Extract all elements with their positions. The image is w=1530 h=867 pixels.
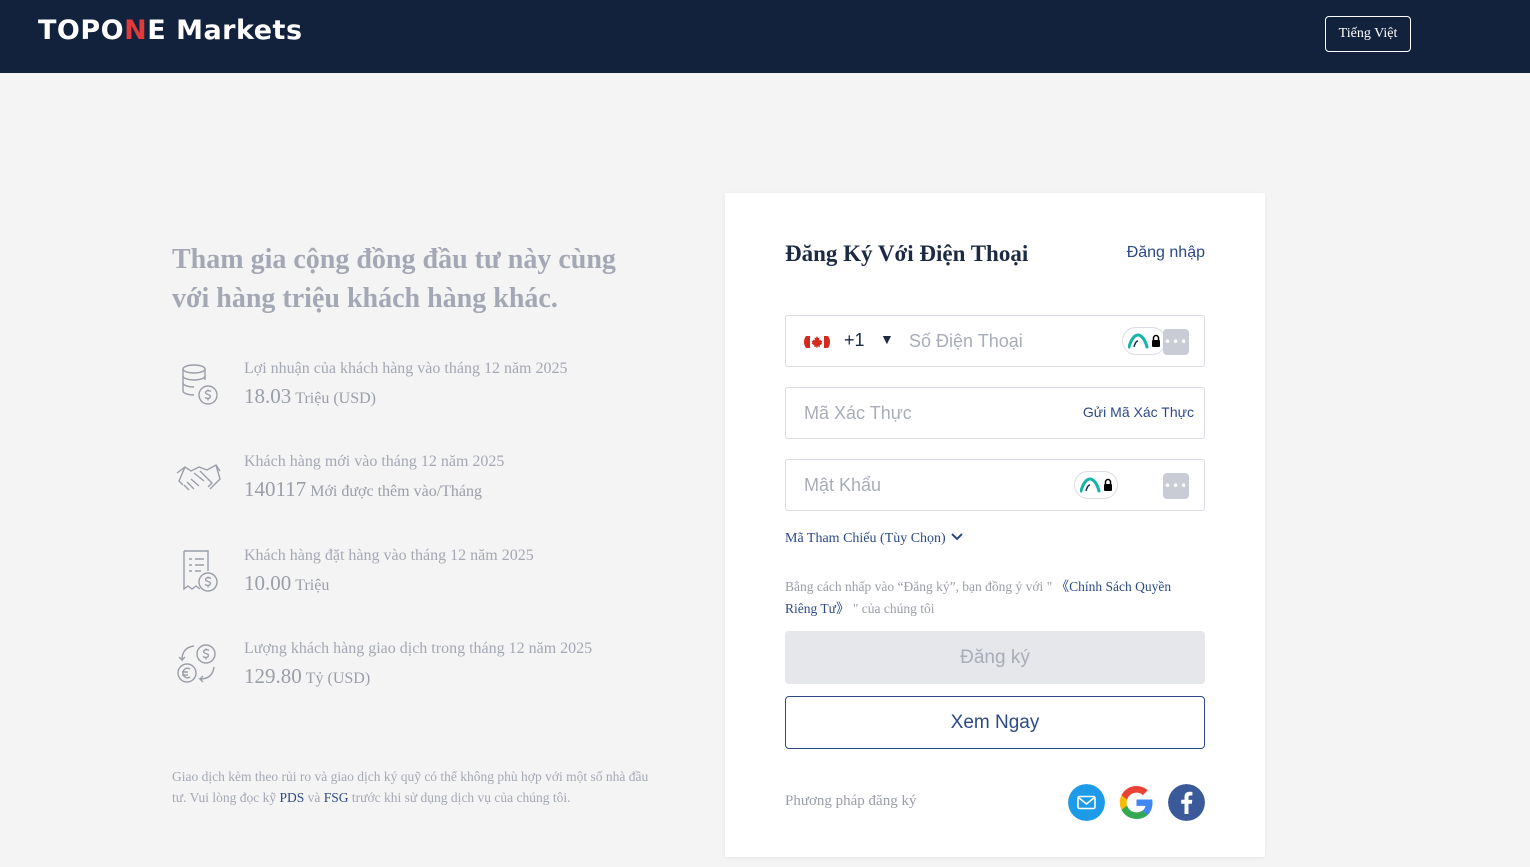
language-button[interactable]: Tiếng Việt bbox=[1325, 16, 1411, 52]
login-link[interactable]: Đăng nhập bbox=[1127, 244, 1205, 262]
view-now-button[interactable]: Xem Ngay bbox=[785, 696, 1205, 749]
country-code[interactable]: +1 bbox=[844, 330, 865, 351]
stat-value: 140117 Mới được thêm vào/Tháng bbox=[244, 477, 483, 501]
facebook-signup-icon[interactable] bbox=[1168, 784, 1205, 821]
canada-flag-icon[interactable] bbox=[804, 332, 830, 352]
fsg-link[interactable]: FSG bbox=[324, 790, 349, 805]
currency-exchange-icon bbox=[177, 644, 216, 683]
password-manager-box-icon[interactable]: ••• bbox=[1163, 329, 1189, 355]
chevron-down-icon[interactable]: ▼ bbox=[880, 333, 894, 349]
stat-value: 18.03 Triệu (USD) bbox=[244, 384, 376, 408]
register-button[interactable]: Đăng ký bbox=[785, 631, 1205, 684]
stat-label: Lợi nhuận của khách hàng vào tháng 12 nă… bbox=[244, 360, 568, 377]
stat-label: Khách hàng đặt hàng vào tháng 12 năm 202… bbox=[244, 547, 534, 564]
email-signup-icon[interactable] bbox=[1068, 784, 1105, 821]
password-manager-icon[interactable] bbox=[1128, 332, 1162, 350]
stat-label: Lượng khách hàng giao dịch trong tháng 1… bbox=[244, 640, 593, 657]
password-manager-icon[interactable] bbox=[1080, 476, 1114, 494]
handshake-icon bbox=[176, 464, 221, 491]
google-signup-icon[interactable] bbox=[1118, 784, 1155, 821]
receipt-dollar-icon bbox=[183, 550, 218, 592]
coins-dollar-icon bbox=[182, 364, 218, 405]
verification-code-input[interactable]: Mã Xác Thực bbox=[804, 403, 912, 424]
intro-headline: Tham gia cộng đồng đầu tư này cùng với h… bbox=[172, 244, 616, 314]
terms-text: Bằng cách nhấp vào “Đăng ký”, bạn đồng ý… bbox=[785, 579, 1172, 616]
brand-logo[interactable]: TOPONE Markets bbox=[38, 15, 303, 46]
form-title: Đăng Ký Với Điện Thoại bbox=[785, 241, 1029, 266]
phone-input[interactable]: Số Điện Thoại bbox=[909, 331, 1023, 352]
password-input[interactable]: Mật Khẩu bbox=[804, 475, 881, 496]
pds-link[interactable]: PDS bbox=[280, 790, 305, 805]
referral-toggle[interactable]: Mã Tham Chiếu (Tùy Chọn) bbox=[785, 531, 963, 547]
stat-label: Khách hàng mới vào tháng 12 năm 2025 bbox=[244, 453, 505, 470]
phone-field[interactable]: +1 ▼ Số Điện Thoại ••• bbox=[785, 315, 1205, 367]
send-code-button[interactable]: Gửi Mã Xác Thực bbox=[1083, 404, 1194, 420]
chevron-down-icon[interactable] bbox=[951, 532, 963, 542]
password-manager-box-icon[interactable]: ••• bbox=[1163, 473, 1189, 499]
top-header: TOPONE Markets Tiếng Việt bbox=[0, 0, 1530, 73]
risk-disclaimer: Giao dịch kèm theo rủi ro và giao dịch k… bbox=[172, 769, 649, 805]
password-manager-pill[interactable] bbox=[1122, 327, 1166, 355]
signup-card: Đăng Ký Với Điện Thoại Đăng nhập +1 ▼ Số… bbox=[725, 193, 1265, 857]
intro-panel: Tham gia cộng đồng đầu tư này cùng với h… bbox=[172, 240, 652, 805]
password-field[interactable]: Mật Khẩu ••• bbox=[785, 459, 1205, 511]
password-manager-pill[interactable] bbox=[1074, 471, 1118, 499]
register-methods-label: Phương pháp đăng ký bbox=[785, 793, 917, 809]
stat-value: 129.80 Tỷ (USD) bbox=[244, 664, 371, 688]
verification-code-field[interactable]: Mã Xác Thực Gửi Mã Xác Thực bbox=[785, 387, 1205, 439]
stat-value: 10.00 Triệu bbox=[244, 571, 330, 595]
